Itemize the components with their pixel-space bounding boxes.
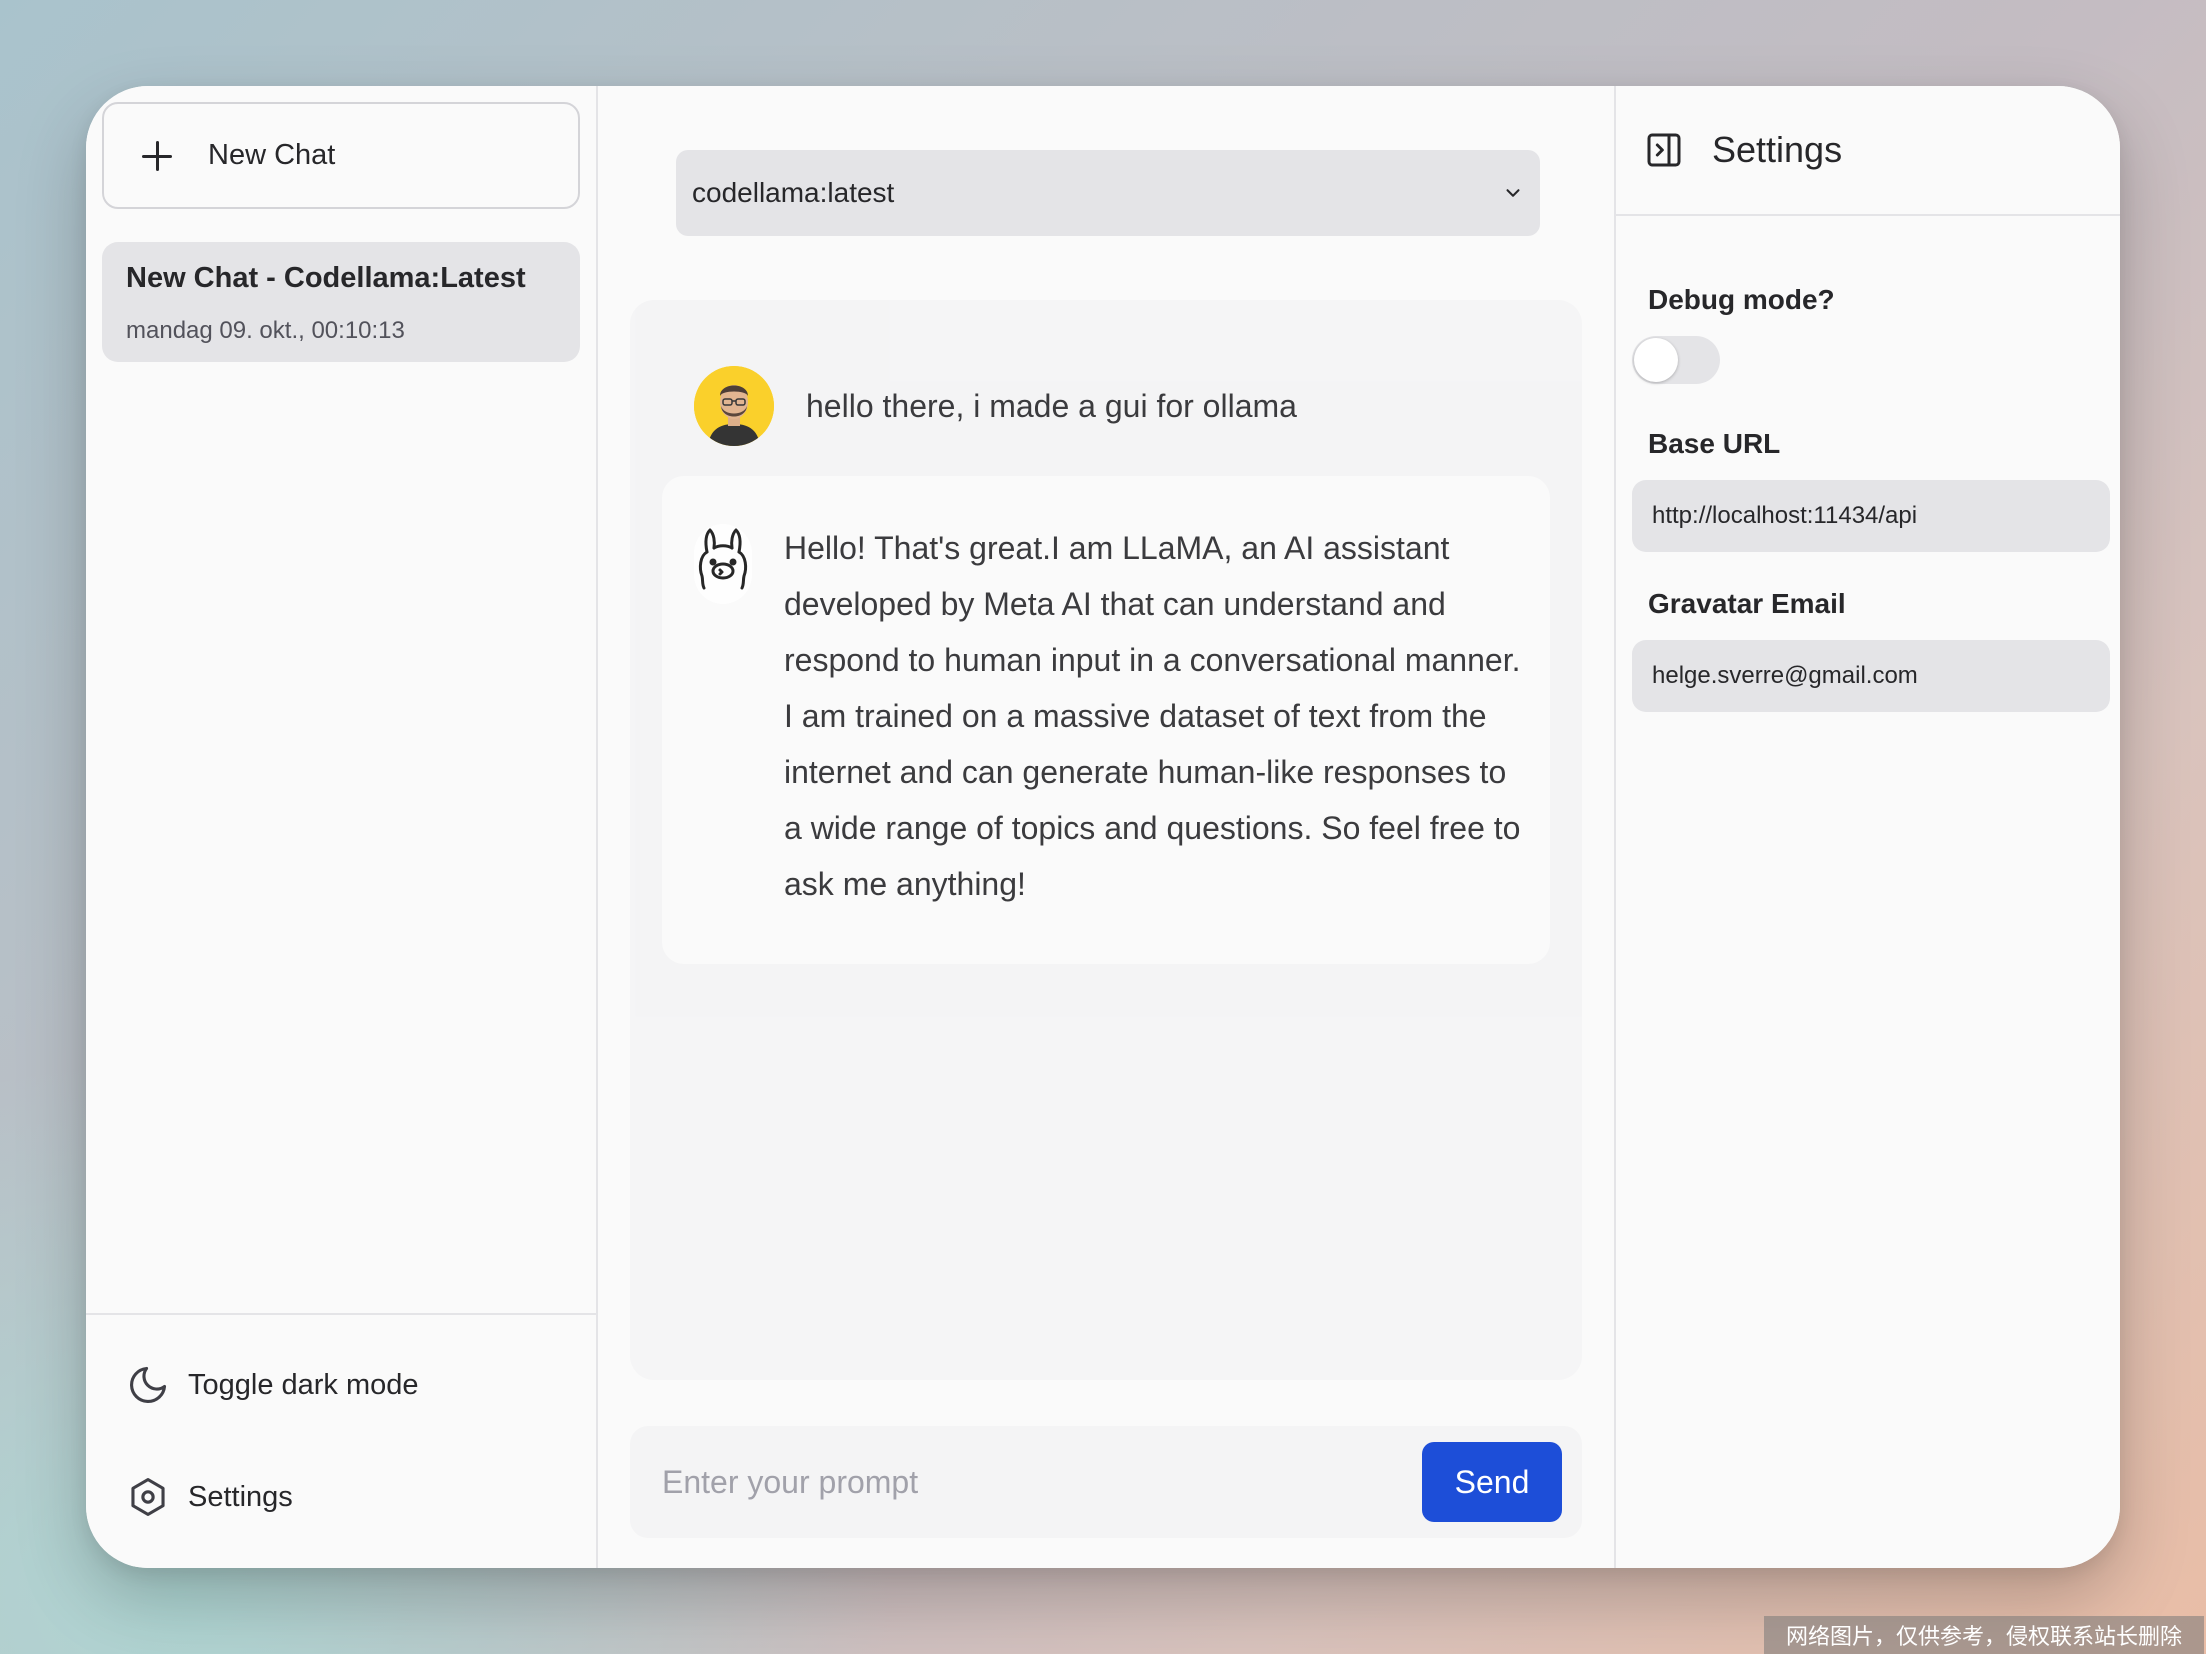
chat-main: codellama:latest hello there, i made a g… bbox=[598, 86, 1616, 1568]
app-window: New Chat New Chat - Codellama:Latest man… bbox=[86, 86, 2120, 1568]
chevron-down-icon bbox=[1506, 189, 1520, 197]
toggle-knob bbox=[1634, 338, 1678, 382]
user-portrait-icon bbox=[694, 366, 774, 446]
user-avatar bbox=[694, 366, 774, 446]
model-select[interactable]: codellama:latest bbox=[676, 150, 1540, 236]
new-chat-button[interactable]: New Chat bbox=[102, 102, 580, 209]
settings-title: Settings bbox=[1712, 129, 1843, 170]
prompt-bar: Send bbox=[630, 1426, 1582, 1538]
send-button[interactable]: Send bbox=[1422, 1442, 1562, 1522]
llama-icon bbox=[698, 528, 748, 590]
ollama-avatar bbox=[694, 524, 752, 604]
moon-icon bbox=[130, 1366, 167, 1403]
user-message-text: hello there, i made a gui for ollama bbox=[806, 387, 1297, 424]
base-url-label: Base URL bbox=[1648, 428, 1781, 459]
assistant-message-text: Hello! That's great.I am LLaMA, an AI as… bbox=[784, 530, 1521, 902]
debug-mode-toggle[interactable] bbox=[1632, 336, 1720, 384]
settings-hexagon-icon bbox=[131, 1478, 165, 1516]
prompt-input[interactable] bbox=[630, 1426, 1410, 1538]
panel-collapse-icon[interactable] bbox=[1644, 130, 1684, 170]
new-chat-label: New Chat bbox=[208, 139, 336, 171]
toggle-dark-mode-button[interactable]: Toggle dark mode bbox=[126, 1363, 419, 1407]
plus-icon bbox=[140, 139, 174, 173]
sidebar: New Chat New Chat - Codellama:Latest man… bbox=[86, 86, 598, 1568]
base-url-input[interactable] bbox=[1632, 480, 2110, 552]
toggle-dark-mode-label: Toggle dark mode bbox=[188, 1368, 419, 1401]
sidebar-settings-label: Settings bbox=[188, 1480, 293, 1513]
chat-list-item[interactable]: New Chat - Codellama:Latest mandag 09. o… bbox=[102, 242, 580, 362]
message-list: hello there, i made a gui for ollama Hel… bbox=[630, 300, 1582, 1380]
settings-panel: Settings Debug mode? Base URL Gravatar E… bbox=[1614, 86, 2120, 1568]
user-message: hello there, i made a gui for ollama bbox=[694, 366, 1297, 446]
gravatar-email-input[interactable] bbox=[1632, 640, 2110, 712]
gravatar-email-label: Gravatar Email bbox=[1648, 588, 1846, 619]
sidebar-settings-button[interactable]: Settings bbox=[126, 1475, 293, 1519]
watermark: 网络图片，仅供参考，侵权联系站长删除 bbox=[1764, 1616, 2204, 1654]
chat-item-title: New Chat - Codellama:Latest bbox=[126, 262, 526, 294]
assistant-message: Hello! That's great.I am LLaMA, an AI as… bbox=[662, 476, 1550, 964]
settings-header: Settings bbox=[1616, 86, 2120, 216]
sidebar-footer: Toggle dark mode Settings bbox=[86, 1313, 596, 1568]
debug-mode-label: Debug mode? bbox=[1648, 284, 1835, 315]
chat-item-date: mandag 09. okt., 00:10:13 bbox=[126, 317, 405, 344]
model-select-value: codellama:latest bbox=[692, 177, 895, 208]
